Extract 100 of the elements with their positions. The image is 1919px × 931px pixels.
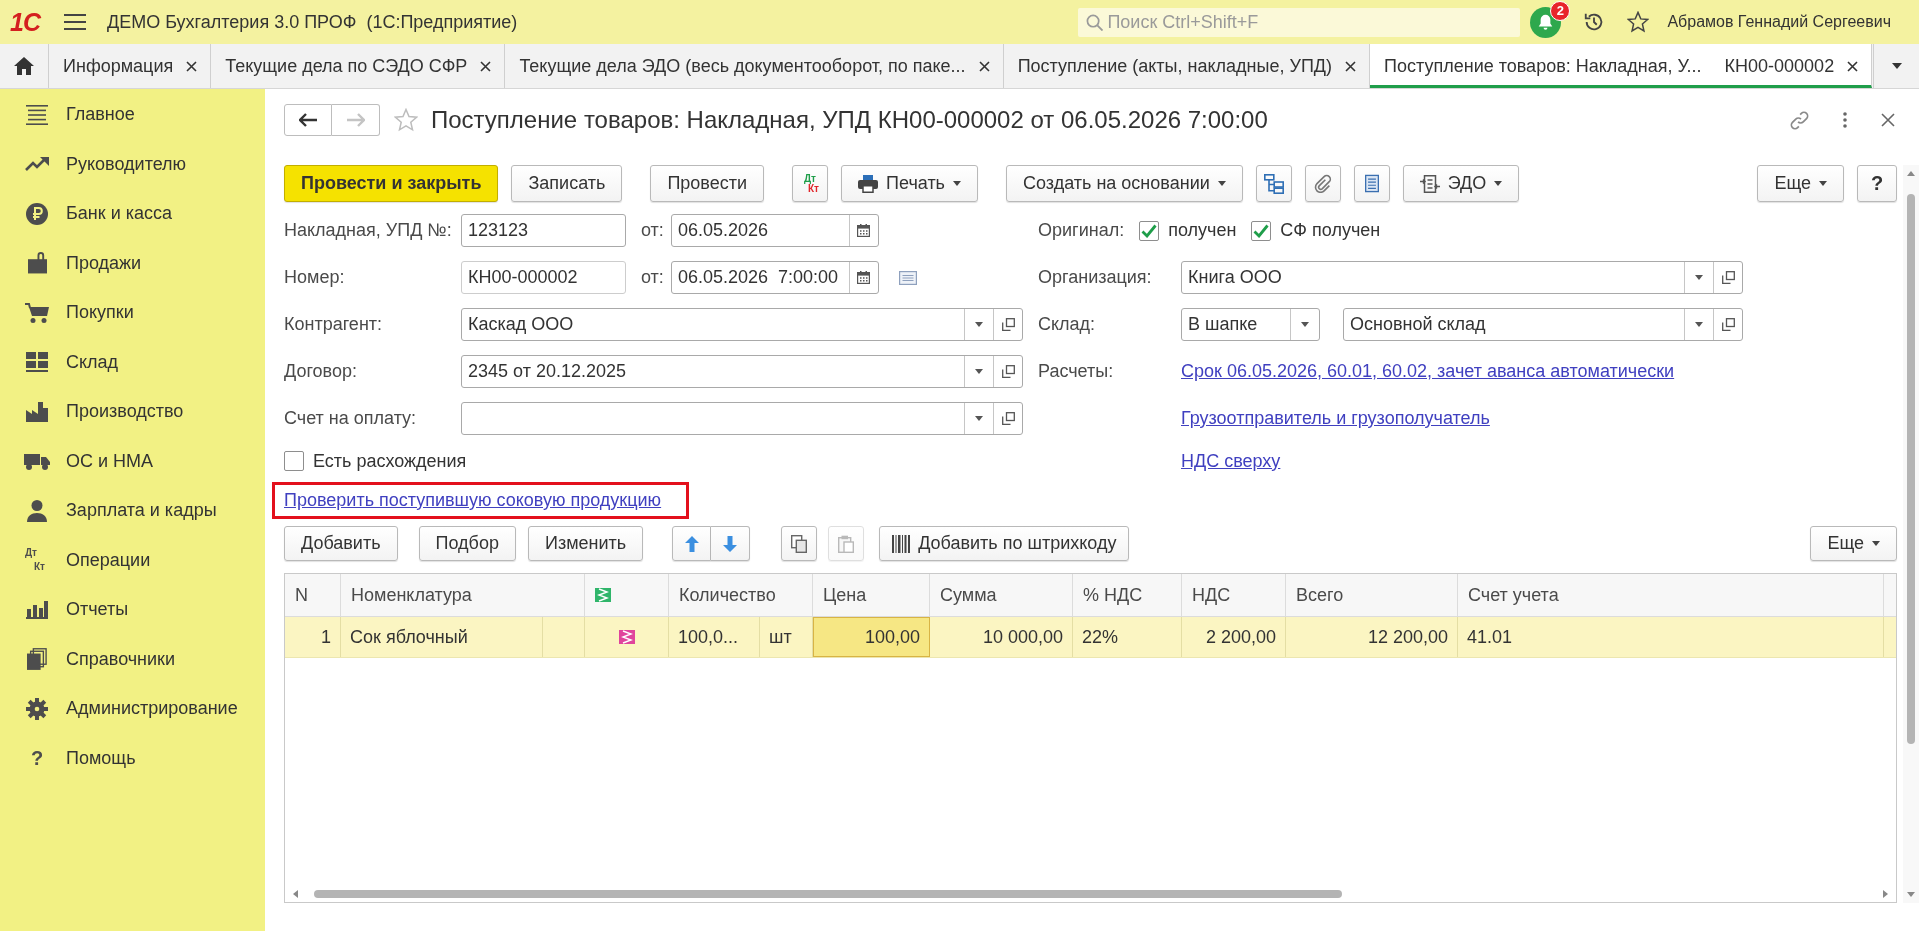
checkbox[interactable]	[1139, 220, 1160, 241]
column-header[interactable]: Сумма	[930, 574, 1073, 616]
sidebar-item[interactable]: Продажи	[0, 238, 265, 288]
help-button[interactable]: ?	[1857, 165, 1897, 202]
sidebar-item[interactable]: Покупки	[0, 288, 265, 338]
app-title: ДЕМО Бухгалтерия 3.0 ПРОФ (1С:Предприятие)	[106, 11, 518, 33]
sidebar-item[interactable]: Зарплата и кадры	[0, 486, 265, 536]
attach-button[interactable]	[1304, 165, 1341, 202]
column-header[interactable]: % НДС	[1073, 574, 1182, 616]
checkbox-label[interactable]: Есть расхождения	[313, 450, 467, 472]
warehouse-mode-input[interactable]: В шапке	[1182, 309, 1290, 340]
scroll-left-icon[interactable]	[293, 890, 298, 898]
column-header[interactable]: N	[285, 574, 341, 616]
payment-invoice-field[interactable]	[461, 402, 1023, 435]
create-based-on-button[interactable]: Создать на основании	[1006, 165, 1243, 202]
move-down-button[interactable]	[711, 526, 751, 561]
table-row[interactable]: 1 Сок яблочный 100,0... шт 100,00 10 000,00 22% 2 200,00 12 200,00 41.01	[285, 617, 1896, 658]
search-field[interactable]: Поиск Ctrl+Shift+F	[1078, 7, 1521, 37]
comment-icon[interactable]	[898, 270, 917, 285]
form-link[interactable]: НДС сверху	[1181, 450, 1281, 472]
close-icon[interactable]	[186, 60, 198, 72]
sidebar-item[interactable]: Дт Кт Операции	[0, 535, 265, 585]
checkbox-label[interactable]: СФ получен	[1280, 220, 1381, 241]
add-button[interactable]: Добавить	[284, 526, 398, 561]
organization-input[interactable]: Книга ООО	[1182, 262, 1684, 293]
add-by-barcode-button[interactable]: Добавить по штрихкоду	[879, 526, 1130, 561]
checkbox[interactable]	[284, 451, 304, 471]
counterparty-field[interactable]: Каскад ООО	[461, 308, 1023, 341]
column-header[interactable]: Цена	[813, 574, 930, 616]
date-time-input[interactable]: 06.05.2026 7:00:00	[671, 262, 849, 293]
warehouse-field[interactable]: Основной склад	[1343, 308, 1743, 341]
scrollbar-thumb[interactable]	[314, 890, 1342, 898]
more-button[interactable]: Еще	[1810, 526, 1897, 561]
post-and-close-button[interactable]: Провести и закрыть	[284, 165, 499, 202]
column-header[interactable]: Номенклатура	[341, 574, 585, 616]
counterparty-input[interactable]: Каскад ООО	[462, 309, 964, 340]
move-up-button[interactable]	[672, 526, 712, 561]
scroll-right-icon[interactable]	[1883, 890, 1888, 898]
structure-button[interactable]	[1255, 165, 1292, 202]
sidebar-item[interactable]: Отчеты	[0, 585, 265, 635]
contract-input[interactable]: 2345 от 20.12.2025	[462, 356, 964, 387]
sidebar-item[interactable]: Склад	[0, 337, 265, 387]
scrollbar-thumb[interactable]	[1907, 194, 1915, 744]
close-icon[interactable]	[1345, 60, 1357, 72]
close-icon[interactable]	[480, 60, 492, 72]
form-link[interactable]: Грузоотправитель и грузополучатель	[1181, 408, 1490, 429]
back-button[interactable]	[284, 104, 332, 136]
truck-icon	[24, 452, 50, 471]
sidebar-item[interactable]: ? Помощь	[0, 733, 265, 783]
column-header[interactable]: Счет учета	[1458, 574, 1884, 616]
copy-button[interactable]	[781, 526, 818, 561]
close-icon[interactable]	[978, 60, 990, 72]
column-header[interactable]: Всего	[1286, 574, 1458, 616]
column-header[interactable]: Количество	[669, 574, 813, 616]
sidebar-item[interactable]: ОС и НМА	[0, 436, 265, 486]
debit-credit-button[interactable]: Дт Кт	[792, 165, 829, 202]
menu-icon[interactable]	[63, 14, 86, 30]
invoice-number-field[interactable]: 123123	[461, 214, 626, 247]
checkbox-label[interactable]: получен	[1168, 220, 1237, 241]
settlements-link[interactable]: Срок 06.05.2026, 60.01, 60.02, зачет аванса автоматически	[1181, 361, 1675, 382]
star-icon[interactable]	[394, 108, 418, 132]
save-button[interactable]: Записать	[511, 165, 623, 202]
edo-button[interactable]: ЭДО	[1402, 165, 1520, 202]
date-input[interactable]: 06.05.2026	[671, 215, 849, 246]
sidebar-item[interactable]: Справочники	[0, 634, 265, 684]
sidebar-item[interactable]: Банк и касса	[0, 189, 265, 239]
close-icon[interactable]	[1847, 60, 1859, 72]
more-icon[interactable]	[1843, 112, 1847, 128]
sidebar-item[interactable]: Главное	[0, 90, 265, 140]
post-button[interactable]: Провести	[650, 165, 765, 202]
checkbox[interactable]	[1251, 220, 1272, 241]
user-name[interactable]: Абрамов Геннадий Сергеевич	[1667, 13, 1891, 31]
sidebar-item[interactable]: Руководителю	[0, 139, 265, 189]
contract-field[interactable]: 2345 от 20.12.2025	[461, 355, 1023, 388]
pick-button[interactable]: Подбор	[418, 526, 516, 561]
logo[interactable]: 1С	[10, 9, 40, 35]
search-input[interactable]: Поиск Ctrl+Shift+F	[1107, 11, 1521, 33]
table-cell[interactable]: 100,00	[813, 617, 930, 657]
organization-field[interactable]: Книга ООО	[1181, 261, 1743, 294]
print-button[interactable]: Печать	[841, 165, 978, 202]
sidebar-item[interactable]: Производство	[0, 387, 265, 437]
warehouse-mode-field[interactable]: В шапке	[1181, 308, 1320, 341]
edit-button[interactable]: Изменить	[527, 526, 644, 561]
sidebar-item[interactable]: Администрирование	[0, 684, 265, 734]
column-header[interactable]: НДС	[1182, 574, 1286, 616]
vertical-scrollbar[interactable]	[1903, 165, 1919, 903]
warehouse-input[interactable]: Основной склад	[1344, 309, 1684, 340]
close-icon[interactable]	[1881, 113, 1895, 127]
date-time-field[interactable]: 06.05.2026 7:00:00	[670, 261, 879, 294]
tab[interactable]: Поступление товаров: Накладная, У... КН00-000002	[1370, 44, 1873, 88]
star-icon[interactable]	[1627, 11, 1650, 33]
number-field[interactable]: КН00-000002	[461, 261, 626, 294]
date-field[interactable]: 06.05.2026	[670, 214, 879, 247]
link-icon[interactable]	[1790, 110, 1809, 130]
check-products-link[interactable]: Проверить поступившую соковую продукцию	[284, 490, 662, 511]
scroll-down-icon[interactable]	[1907, 892, 1915, 897]
scroll-up-icon[interactable]	[1907, 171, 1915, 176]
open-icon	[1001, 412, 1015, 425]
document-button[interactable]	[1353, 165, 1390, 202]
more-button[interactable]: Еще	[1757, 165, 1844, 202]
